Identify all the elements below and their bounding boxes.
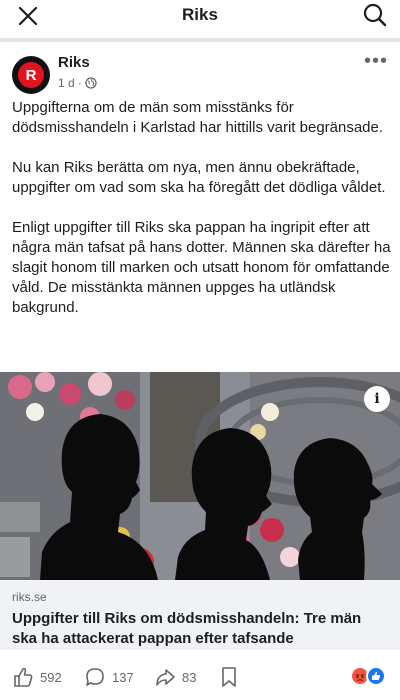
share-icon [156, 669, 175, 686]
post-body: Uppgifterna om de män som misstänks för … [12, 98, 392, 338]
comment-button[interactable]: 137 [84, 665, 134, 689]
page-title: Riks [182, 5, 218, 24]
like-reaction-icon [366, 666, 386, 686]
search-icon[interactable] [362, 2, 388, 28]
bookmark-icon [222, 667, 236, 687]
comment-icon [86, 668, 104, 686]
meta-separator: · [77, 76, 82, 90]
thumbs-up-icon [14, 667, 33, 687]
link-preview[interactable]: riks.se Uppgifter till Riks om dödsmissh… [0, 580, 400, 650]
post-meta: 1 d · [58, 76, 97, 90]
reaction-summary[interactable] [350, 666, 390, 688]
author-name[interactable]: Riks [58, 54, 90, 71]
post-paragraph: Nu kan Riks berätta om nya, men ännu obe… [12, 159, 386, 196]
save-button[interactable] [220, 665, 238, 689]
post-time[interactable]: 1 d [58, 76, 75, 90]
section-divider [0, 38, 400, 42]
avatar[interactable]: R [12, 56, 50, 94]
link-title: Uppgifter till Riks om dödsmisshandeln: … [12, 610, 362, 647]
share-count: 83 [182, 669, 197, 685]
like-count: 592 [40, 669, 62, 685]
link-domain: riks.se [12, 590, 47, 604]
like-button[interactable]: 592 [12, 665, 62, 689]
avatar-logo: R [18, 62, 44, 88]
comment-count: 137 [112, 669, 134, 685]
post-image[interactable]: i [0, 372, 400, 580]
post-paragraph: Enligt uppgifter till Riks ska pappan ha… [12, 219, 391, 316]
post-header: R Riks 1 d · ••• [0, 50, 400, 96]
silhouettes-image [0, 372, 400, 580]
info-icon[interactable]: i [364, 386, 390, 412]
top-bar: Riks [0, 0, 400, 30]
globe-icon [85, 77, 97, 89]
share-button[interactable]: 83 [154, 665, 196, 689]
action-bar: 592 137 83 [0, 660, 400, 694]
post-paragraph: Uppgifterna om de män som misstänks för … [12, 99, 384, 136]
more-options-icon[interactable]: ••• [364, 51, 388, 71]
